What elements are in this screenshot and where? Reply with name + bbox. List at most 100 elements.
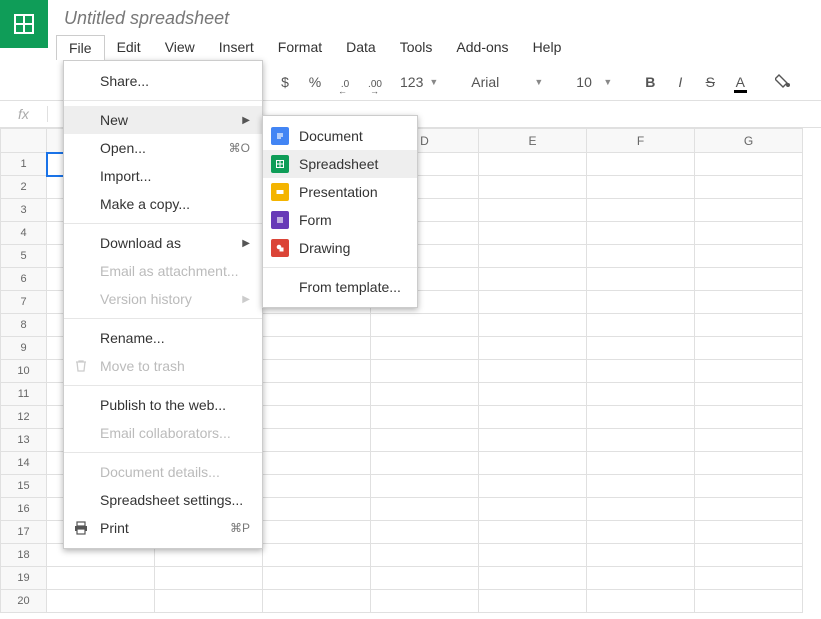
number-format-select[interactable]: 123▼	[396, 74, 442, 90]
menu-item-publish[interactable]: Publish to the web...	[64, 391, 262, 419]
submenu-item-document[interactable]: Document	[263, 122, 417, 150]
cell[interactable]	[695, 383, 803, 406]
menu-help[interactable]: Help	[521, 35, 574, 60]
submenu-item-presentation[interactable]: Presentation	[263, 178, 417, 206]
row-header[interactable]: 6	[1, 268, 47, 291]
cell[interactable]	[479, 498, 587, 521]
cell[interactable]	[371, 452, 479, 475]
menu-item-new[interactable]: New▶	[64, 106, 262, 134]
cell[interactable]	[695, 291, 803, 314]
cell[interactable]	[695, 176, 803, 199]
cell[interactable]	[263, 475, 371, 498]
select-all-corner[interactable]	[1, 129, 47, 153]
cell[interactable]	[371, 383, 479, 406]
row-header[interactable]: 13	[1, 429, 47, 452]
cell[interactable]	[155, 590, 263, 613]
cell[interactable]	[695, 360, 803, 383]
cell[interactable]	[587, 360, 695, 383]
row-header[interactable]: 3	[1, 199, 47, 222]
menu-edit[interactable]: Edit	[105, 35, 153, 60]
menu-file[interactable]: File	[56, 35, 105, 60]
row-header[interactable]: 7	[1, 291, 47, 314]
cell[interactable]	[479, 337, 587, 360]
row-header[interactable]: 8	[1, 314, 47, 337]
cell[interactable]	[479, 314, 587, 337]
cell[interactable]	[371, 360, 479, 383]
cell[interactable]	[263, 406, 371, 429]
menu-data[interactable]: Data	[334, 35, 388, 60]
cell[interactable]	[479, 544, 587, 567]
cell[interactable]	[263, 567, 371, 590]
row-header[interactable]: 18	[1, 544, 47, 567]
cell[interactable]	[695, 452, 803, 475]
cell[interactable]	[479, 245, 587, 268]
decrease-decimal-button[interactable]: .0←	[336, 74, 354, 90]
cell[interactable]	[695, 314, 803, 337]
cell[interactable]	[371, 429, 479, 452]
cell[interactable]	[479, 521, 587, 544]
submenu-item-drawing[interactable]: Drawing	[263, 234, 417, 262]
cell[interactable]	[695, 268, 803, 291]
cell[interactable]	[587, 176, 695, 199]
row-header[interactable]: 14	[1, 452, 47, 475]
italic-button[interactable]: I	[671, 74, 689, 90]
cell[interactable]	[695, 498, 803, 521]
cell[interactable]	[695, 337, 803, 360]
row-header[interactable]: 16	[1, 498, 47, 521]
row-header[interactable]: 17	[1, 521, 47, 544]
cell[interactable]	[479, 567, 587, 590]
cell[interactable]	[263, 498, 371, 521]
increase-decimal-button[interactable]: .00→	[366, 74, 384, 90]
cell[interactable]	[263, 360, 371, 383]
row-header[interactable]: 1	[1, 153, 47, 176]
row-header[interactable]: 11	[1, 383, 47, 406]
strikethrough-button[interactable]: S	[701, 74, 719, 90]
row-header[interactable]: 5	[1, 245, 47, 268]
menu-addons[interactable]: Add-ons	[444, 35, 520, 60]
column-header[interactable]: E	[479, 129, 587, 153]
cell[interactable]	[479, 268, 587, 291]
cell[interactable]	[479, 406, 587, 429]
submenu-item-spreadsheet[interactable]: Spreadsheet	[263, 150, 417, 178]
cell[interactable]	[479, 291, 587, 314]
cell[interactable]	[479, 475, 587, 498]
row-header[interactable]: 20	[1, 590, 47, 613]
cell[interactable]	[695, 406, 803, 429]
menu-item-print[interactable]: Print⌘P	[64, 514, 262, 542]
cell[interactable]	[263, 544, 371, 567]
document-title[interactable]: Untitled spreadsheet	[56, 6, 821, 35]
cell[interactable]	[587, 291, 695, 314]
cell[interactable]	[263, 452, 371, 475]
cell[interactable]	[587, 245, 695, 268]
menu-item-share[interactable]: Share...	[64, 67, 262, 95]
cell[interactable]	[263, 314, 371, 337]
cell[interactable]	[587, 429, 695, 452]
cell[interactable]	[587, 314, 695, 337]
format-percent-button[interactable]: %	[306, 74, 324, 90]
column-header[interactable]: G	[695, 129, 803, 153]
cell[interactable]	[479, 153, 587, 176]
submenu-item-form[interactable]: Form	[263, 206, 417, 234]
row-header[interactable]: 19	[1, 567, 47, 590]
cell[interactable]	[587, 199, 695, 222]
cell[interactable]	[695, 245, 803, 268]
menu-item-spreadsheet-settings[interactable]: Spreadsheet settings...	[64, 486, 262, 514]
cell[interactable]	[371, 567, 479, 590]
cell[interactable]	[587, 406, 695, 429]
menu-item-download-as[interactable]: Download as▶	[64, 229, 262, 257]
cell[interactable]	[479, 383, 587, 406]
font-family-select[interactable]: Arial▼	[467, 74, 547, 90]
row-header[interactable]: 4	[1, 222, 47, 245]
cell[interactable]	[587, 268, 695, 291]
menu-tools[interactable]: Tools	[388, 35, 445, 60]
menu-item-rename[interactable]: Rename...	[64, 324, 262, 352]
cell[interactable]	[587, 590, 695, 613]
cell[interactable]	[479, 590, 587, 613]
font-size-select[interactable]: 10▼	[572, 74, 616, 90]
cell[interactable]	[263, 521, 371, 544]
menu-item-open[interactable]: Open...⌘O	[64, 134, 262, 162]
column-header[interactable]: F	[587, 129, 695, 153]
cell[interactable]	[587, 452, 695, 475]
cell[interactable]	[47, 590, 155, 613]
cell[interactable]	[695, 475, 803, 498]
